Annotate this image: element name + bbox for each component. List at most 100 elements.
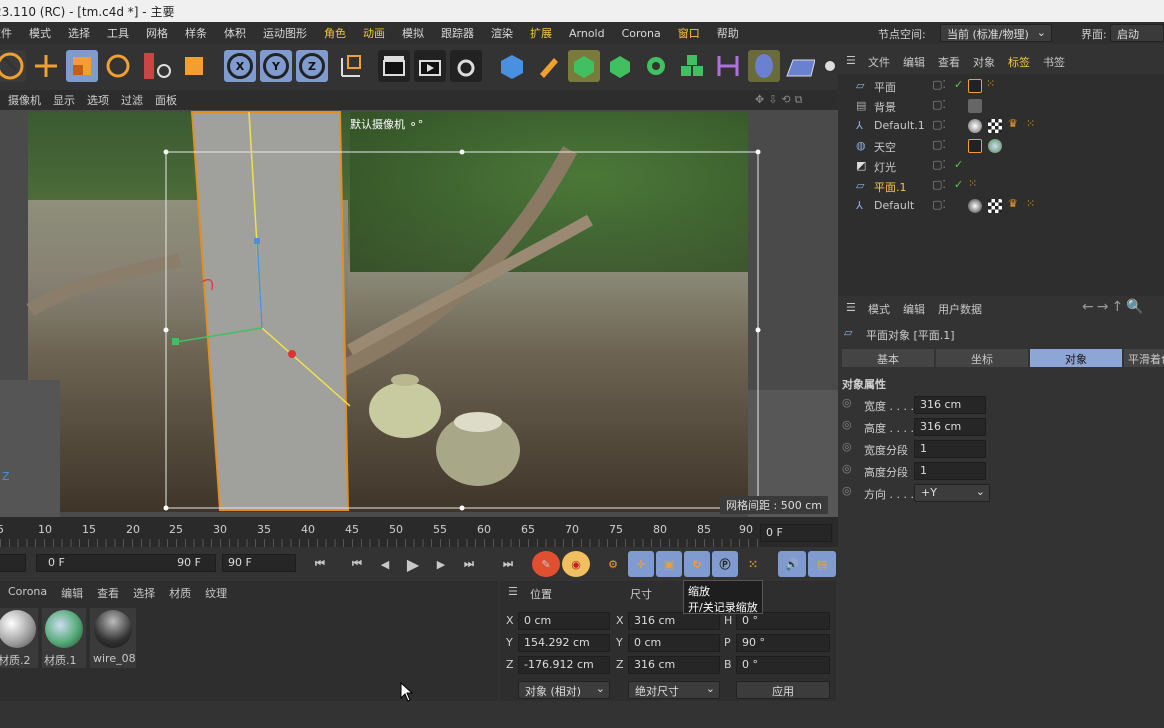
- tag-dots-icon[interactable]: ⁙: [1026, 197, 1035, 210]
- prev-key-button[interactable]: ⏮: [344, 551, 370, 577]
- cube-button[interactable]: [496, 50, 528, 82]
- checker-tag-icon[interactable]: [988, 199, 1002, 213]
- visibility-dots-icon[interactable]: ▢⁚: [932, 138, 946, 151]
- deformer-button[interactable]: [676, 50, 708, 82]
- om-menu-object[interactable]: 对象: [973, 54, 995, 70]
- keyframe-selection-button[interactable]: ⚙: [600, 551, 626, 577]
- size-y-field[interactable]: 0 cm: [628, 634, 720, 652]
- menu-extensions[interactable]: 扩展: [530, 25, 552, 41]
- crown-tag-icon[interactable]: ♛: [1008, 117, 1018, 130]
- playhead-marker[interactable]: [0, 539, 760, 547]
- sphere-tag-icon[interactable]: [968, 119, 982, 133]
- render-picture-viewer-button[interactable]: [414, 50, 446, 82]
- 3d-viewport[interactable]: 默认摄像机 ⚬° 网格间距 : 500 cm Z: [0, 110, 838, 517]
- check-icon[interactable]: ✓: [954, 78, 963, 91]
- tab-object[interactable]: 对象: [1030, 349, 1122, 367]
- axis-x-button[interactable]: X: [224, 50, 256, 82]
- light-button[interactable]: [820, 50, 838, 82]
- material-menu-select[interactable]: 选择: [133, 585, 155, 601]
- material-menu-edit[interactable]: 编辑: [61, 585, 83, 601]
- live-select-button[interactable]: [0, 50, 26, 82]
- om-menu-view[interactable]: 查看: [938, 54, 960, 70]
- menu-corona[interactable]: Corona: [622, 27, 661, 40]
- record-scale-button[interactable]: ▣: [656, 551, 682, 577]
- checker-tag-icon[interactable]: [988, 119, 1002, 133]
- prev-frame-button[interactable]: ◀: [372, 551, 398, 577]
- start-frame-field[interactable]: [0, 554, 26, 572]
- menu-volume[interactable]: 体积: [224, 25, 246, 41]
- width-field[interactable]: 316 cm: [914, 396, 986, 414]
- record-rotation-button[interactable]: ↻: [684, 551, 710, 577]
- anim-circle-icon[interactable]: ◎: [842, 418, 852, 431]
- tag-dots-icon[interactable]: ⁙: [968, 177, 977, 190]
- record-position-button[interactable]: ✛: [628, 551, 654, 577]
- menu-mograph[interactable]: 运动图形: [263, 25, 307, 41]
- max-frame-field[interactable]: 90 F: [222, 554, 296, 572]
- move-button[interactable]: [30, 50, 62, 82]
- object-row[interactable]: ⅄ Default.1 ▢⁚ ♛ ⁙: [838, 116, 1164, 136]
- next-key-button[interactable]: ⏭: [456, 551, 482, 577]
- menu-lines-icon[interactable]: ☰: [846, 301, 856, 314]
- material-menu-corona[interactable]: Corona: [8, 585, 47, 601]
- object-row[interactable]: ▱ 平面 ▢⁚ ✓ ⁙: [838, 76, 1164, 96]
- check-icon[interactable]: ✓: [954, 178, 963, 191]
- rotation-b-field[interactable]: 0 °: [736, 656, 830, 674]
- menu-character[interactable]: 角色: [324, 25, 346, 41]
- visibility-dots-icon[interactable]: ▢⁚: [932, 178, 946, 191]
- material-item[interactable]: 材质.2: [0, 608, 38, 668]
- material-menu-texture[interactable]: 纹理: [205, 585, 227, 601]
- om-menu-edit[interactable]: 编辑: [903, 54, 925, 70]
- viewport-menu-panel[interactable]: 面板: [155, 92, 177, 108]
- position-z-field[interactable]: -176.912 cm: [518, 656, 610, 674]
- menu-window[interactable]: 窗口: [678, 25, 700, 41]
- menu-select[interactable]: 选择: [68, 25, 90, 41]
- pen-button[interactable]: [532, 50, 564, 82]
- coord-mode-dropdown[interactable]: 对象 (相对) ⌄: [518, 681, 610, 699]
- sound-button[interactable]: 🔊: [778, 551, 806, 577]
- anim-circle-icon[interactable]: ◎: [842, 462, 852, 475]
- om-menu-file[interactable]: 文件: [868, 54, 890, 70]
- am-menu-userdata[interactable]: 用户数据: [938, 301, 982, 317]
- menu-file[interactable]: 文件: [0, 25, 12, 41]
- visibility-dots-icon[interactable]: ▢⁚: [932, 118, 946, 131]
- tab-coord[interactable]: 坐标: [936, 349, 1028, 367]
- scene-button[interactable]: [748, 50, 780, 82]
- autokey-button[interactable]: ◉: [562, 551, 590, 577]
- menu-lines-icon[interactable]: ☰: [508, 585, 518, 598]
- tab-phong[interactable]: 平滑着色: [1124, 349, 1164, 367]
- menu-help[interactable]: 帮助: [717, 25, 739, 41]
- tab-basic[interactable]: 基本: [842, 349, 934, 367]
- texture-tag-icon[interactable]: [968, 139, 982, 153]
- subdivision-button[interactable]: [568, 50, 600, 82]
- menu-lines-icon[interactable]: ☰: [846, 54, 856, 67]
- generator-button[interactable]: [604, 50, 636, 82]
- menu-animate[interactable]: 动画: [363, 25, 385, 41]
- go-to-end-button[interactable]: ⏭: [494, 551, 522, 577]
- height-segments-field[interactable]: 1: [914, 462, 986, 480]
- check-icon[interactable]: ✓: [954, 158, 963, 171]
- object-row-selected[interactable]: ▱ 平面.1 ▢⁚ ✓ ⁙: [838, 176, 1164, 196]
- play-button[interactable]: ▶: [400, 551, 426, 577]
- menu-spline[interactable]: 样条: [185, 25, 207, 41]
- visibility-dots-icon[interactable]: ▢⁚: [932, 78, 946, 91]
- range-start-field[interactable]: 0 F 90 F: [36, 554, 216, 572]
- axis-y-button[interactable]: Y: [260, 50, 292, 82]
- am-menu-edit[interactable]: 编辑: [903, 301, 925, 317]
- om-menu-tags[interactable]: 标签: [1008, 54, 1030, 70]
- anim-circle-icon[interactable]: ◎: [842, 440, 852, 453]
- object-row[interactable]: ⅄ Default ▢⁚ ♛ ⁙: [838, 196, 1164, 216]
- coordinate-system-button[interactable]: [334, 50, 366, 82]
- size-z-field[interactable]: 316 cm: [628, 656, 720, 674]
- tag-dots-icon[interactable]: ⁙: [1026, 117, 1035, 130]
- rotate-button[interactable]: [102, 50, 134, 82]
- material-item[interactable]: 材质.1: [42, 608, 86, 668]
- layout-dropdown[interactable]: 启动: [1110, 24, 1164, 42]
- menu-mode[interactable]: 模式: [29, 25, 51, 41]
- visibility-dots-icon[interactable]: ▢⁚: [932, 198, 946, 211]
- menu-simulate[interactable]: 模拟: [402, 25, 424, 41]
- tag-dots-icon[interactable]: ⁙: [986, 77, 995, 90]
- sphere-tag-icon[interactable]: [968, 199, 982, 213]
- orientation-dropdown[interactable]: +Y ⌄: [914, 484, 990, 502]
- cloner-button[interactable]: [640, 50, 672, 82]
- menu-tracker[interactable]: 跟踪器: [441, 25, 474, 41]
